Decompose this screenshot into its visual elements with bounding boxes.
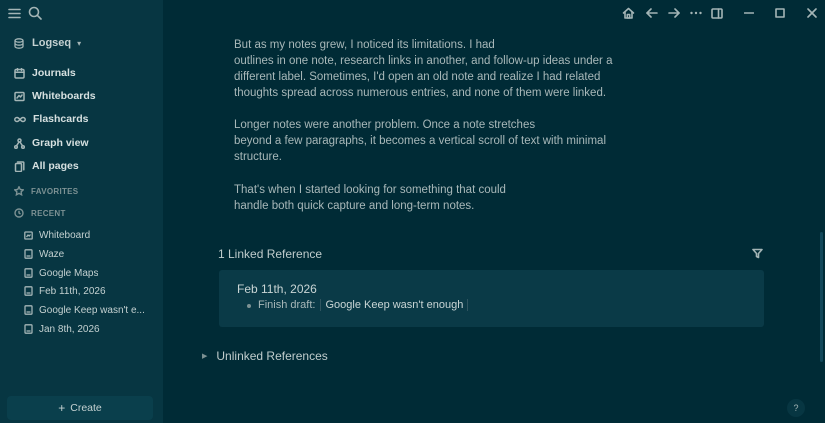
nav-flashcards[interactable]: Flashcards bbox=[14, 110, 88, 128]
paragraph-line: different label. Sometimes, I'd open an … bbox=[234, 71, 601, 83]
more-icon bbox=[690, 11, 702, 15]
graph-name: Logseq bbox=[32, 37, 72, 49]
reference-block-text: Finish draft: bbox=[258, 299, 316, 311]
minimize-button[interactable] bbox=[741, 5, 757, 21]
back-button[interactable] bbox=[644, 5, 660, 21]
nav-all-pages[interactable]: All pages bbox=[14, 157, 79, 175]
page-icon bbox=[24, 305, 33, 315]
whiteboard-icon bbox=[24, 230, 33, 240]
favorites-header[interactable]: FAVORITES bbox=[14, 184, 78, 198]
linked-references-title[interactable]: 1 Linked Reference bbox=[218, 247, 322, 261]
recent-item-google-keep[interactable]: Google Keep wasn't e... bbox=[24, 302, 154, 318]
close-icon bbox=[807, 8, 817, 18]
recent-item-label: Google Maps bbox=[39, 267, 99, 279]
page-icon bbox=[24, 249, 33, 259]
content-paragraph[interactable]: That's when I started looking for someth… bbox=[234, 182, 634, 214]
create-button[interactable]: + Create bbox=[7, 396, 153, 420]
pages-icon bbox=[14, 160, 25, 172]
favorites-label: FAVORITES bbox=[31, 186, 79, 196]
nav-graph-view[interactable]: Graph view bbox=[14, 134, 89, 152]
search-icon bbox=[28, 6, 42, 20]
arrow-right-icon bbox=[668, 8, 680, 18]
close-button[interactable] bbox=[804, 5, 820, 21]
infinity-icon bbox=[14, 116, 26, 122]
reference-block[interactable]: Finish draft: Google Keep wasn't enough bbox=[258, 299, 469, 311]
maximize-button[interactable] bbox=[772, 5, 788, 21]
history-icon bbox=[14, 208, 24, 218]
recent-item-label: Whiteboard bbox=[39, 229, 91, 241]
database-icon bbox=[14, 37, 24, 49]
unlinked-references-title: Unlinked References bbox=[216, 349, 328, 363]
forward-button[interactable] bbox=[666, 5, 682, 21]
recent-item-jan-8[interactable]: Jan 8th, 2026 bbox=[24, 321, 154, 337]
star-icon bbox=[14, 186, 24, 196]
main-content: But as my notes grew, I noticed its limi… bbox=[163, 0, 825, 423]
recent-item-google-maps[interactable]: Google Maps bbox=[24, 265, 154, 281]
chevron-down-icon: ▾ bbox=[77, 38, 82, 48]
nav-label: Flashcards bbox=[33, 113, 89, 125]
calendar-icon bbox=[14, 67, 25, 79]
paragraph-line: beyond a few paragraphs, it becomes a ve… bbox=[234, 135, 606, 147]
page-icon bbox=[24, 286, 33, 296]
scrollbar[interactable] bbox=[820, 232, 823, 362]
nav-label: Journals bbox=[32, 67, 76, 79]
paragraph-line: But as my notes grew, I noticed its limi… bbox=[234, 39, 495, 51]
recent-item-label: Waze bbox=[39, 248, 65, 260]
recent-item-label: Google Keep wasn't e... bbox=[39, 304, 145, 316]
page-reference-link[interactable]: Google Keep wasn't enough bbox=[320, 299, 469, 311]
home-button[interactable] bbox=[620, 5, 636, 21]
caret-right-icon: ▶ bbox=[202, 353, 208, 360]
recent-header[interactable]: RECENT bbox=[14, 206, 66, 220]
left-sidebar: Logseq ▾ Journals Whiteboards Flashcards… bbox=[0, 0, 163, 423]
reference-page-title[interactable]: Feb 11th, 2026 bbox=[237, 282, 317, 296]
recent-label: RECENT bbox=[31, 208, 66, 218]
recent-item-label: Feb 11th, 2026 bbox=[39, 285, 106, 297]
unlinked-references-toggle[interactable]: ▶ Unlinked References bbox=[202, 349, 328, 363]
graph-selector[interactable]: Logseq ▾ bbox=[14, 35, 81, 51]
home-icon bbox=[622, 7, 634, 19]
help-button[interactable]: ? bbox=[787, 399, 805, 417]
nav-label: Graph view bbox=[32, 137, 89, 149]
paragraph-line: thoughts spread across numerous entries,… bbox=[234, 87, 607, 99]
content-paragraph[interactable]: Longer notes were another problem. Once … bbox=[234, 117, 634, 165]
nav-label: Whiteboards bbox=[32, 90, 96, 102]
page-icon bbox=[24, 268, 33, 278]
linked-reference-card: Feb 11th, 2026 Finish draft: Google Keep… bbox=[219, 270, 764, 327]
filter-icon bbox=[751, 248, 763, 258]
paragraph-line: That's when I started looking for someth… bbox=[234, 184, 506, 196]
page-icon bbox=[24, 324, 33, 334]
maximize-icon bbox=[775, 8, 785, 18]
paragraph-line: handle both quick capture and long-term … bbox=[234, 200, 475, 212]
plus-icon: + bbox=[58, 401, 66, 415]
content-paragraph[interactable]: But as my notes grew, I noticed its limi… bbox=[234, 37, 634, 101]
create-label: Create bbox=[70, 402, 102, 414]
search-button[interactable] bbox=[26, 4, 44, 22]
recent-item-waze[interactable]: Waze bbox=[24, 246, 154, 262]
paragraph-line: structure. bbox=[234, 151, 282, 163]
recent-item-label: Jan 8th, 2026 bbox=[39, 323, 100, 335]
sidebar-right-icon bbox=[711, 7, 723, 19]
block-bullet[interactable] bbox=[247, 304, 251, 308]
menu-button[interactable] bbox=[6, 5, 22, 21]
paragraph-line: Longer notes were another problem. Once … bbox=[234, 119, 536, 131]
minimize-icon bbox=[744, 12, 754, 14]
arrow-left-icon bbox=[646, 8, 658, 18]
nav-journals[interactable]: Journals bbox=[14, 64, 76, 82]
nav-whiteboards[interactable]: Whiteboards bbox=[14, 87, 96, 105]
toggle-right-sidebar-button[interactable] bbox=[709, 5, 725, 21]
menu-icon bbox=[7, 8, 21, 18]
nav-label: All pages bbox=[32, 160, 79, 172]
graph-icon bbox=[14, 137, 25, 149]
more-button[interactable] bbox=[688, 5, 704, 21]
recent-item-whiteboard[interactable]: Whiteboard bbox=[24, 227, 154, 243]
paragraph-line: outlines in one note, research links in … bbox=[234, 55, 613, 67]
filter-button[interactable] bbox=[750, 246, 764, 260]
whiteboard-icon bbox=[14, 91, 25, 101]
recent-item-feb-11[interactable]: Feb 11th, 2026 bbox=[24, 283, 154, 299]
